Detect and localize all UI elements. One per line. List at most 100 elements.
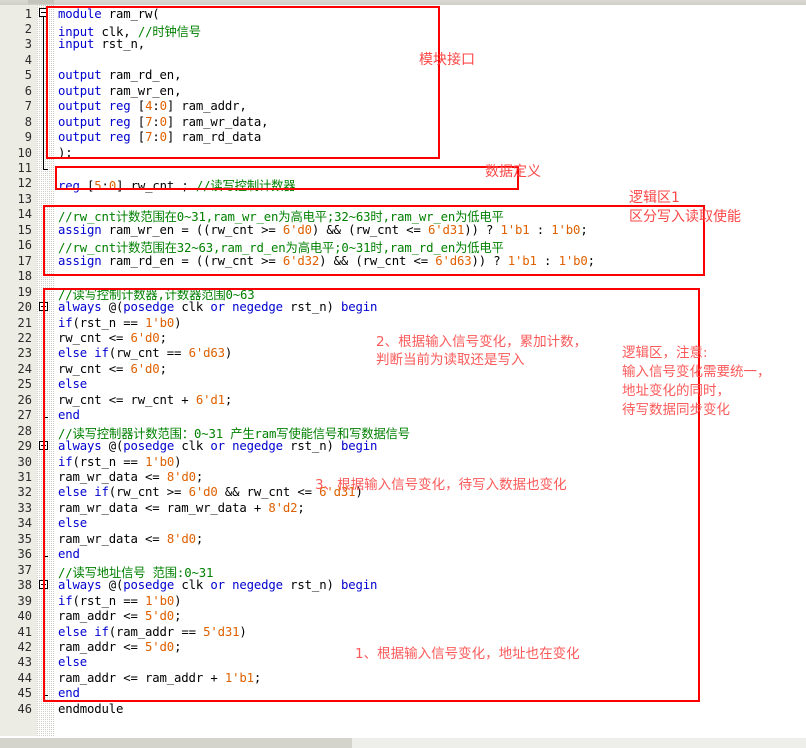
line-number: 26 (17, 392, 32, 407)
code-token: rw_cnt <= (58, 330, 131, 345)
line-number: 35 (17, 531, 32, 546)
code-token: [ (130, 114, 146, 129)
line-number: 40 (17, 609, 32, 624)
code-token: ] ram_wr_data, (166, 114, 269, 129)
code-token: 0 (159, 130, 167, 145)
code-line[interactable]: else if(ram_addr == 5'd31) (58, 625, 247, 639)
code-token: : (536, 253, 559, 268)
code-line[interactable]: output ram_wr_en, (58, 84, 181, 98)
code-token: assign (58, 253, 102, 268)
code-line[interactable]: ram_wr_data <= ram_wr_data + 8'd2; (58, 501, 305, 515)
annotation-data-definition: 数据定义 (485, 164, 541, 180)
code-token: ) (224, 346, 233, 361)
code-token: rst_n) (282, 439, 341, 454)
code-token: ram_wr_en = ((rw_cnt >= (101, 222, 283, 237)
code-line[interactable]: else if(rw_cnt == 6'd63) (58, 346, 232, 360)
code-line[interactable]: if(rst_n == 1'b0) (58, 455, 181, 469)
code-token: ; (159, 330, 167, 345)
code-line[interactable]: ram_wr_data <= 8'd0; (58, 470, 203, 484)
scrollbar-track[interactable] (352, 738, 806, 748)
code-token: ; (224, 392, 233, 407)
code-token: && rw_cnt <= (217, 485, 320, 500)
code-line[interactable]: end (58, 547, 80, 561)
line-number: 20 (17, 300, 32, 315)
code-line[interactable]: ram_wr_data <= 8'd0; (58, 532, 203, 546)
code-line[interactable]: output ram_rd_en, (58, 68, 181, 82)
horizontal-scrollbar[interactable] (0, 738, 352, 748)
code-token: ] ram_addr, (166, 99, 247, 114)
code-token: end (58, 686, 80, 701)
code-editor-window: 1 module ram_rw(2 input clk, //时钟信号 3 inpu… (0, 0, 806, 748)
line-number: 30 (17, 454, 32, 469)
code-token: negedge (232, 439, 283, 454)
code-line[interactable]: if(rst_n == 1'b0) (58, 594, 181, 608)
code-line[interactable]: always @(posedge clk or negedge rst_n) b… (58, 300, 377, 314)
code-line[interactable]: ram_addr <= ram_addr + 1'b1; (58, 671, 261, 685)
code-line[interactable]: ); (58, 146, 73, 160)
fold-toggle-icon-line38[interactable] (39, 580, 48, 589)
code-token: negedge (232, 578, 283, 593)
code-token: or (210, 578, 225, 593)
code-line[interactable]: input rst_n, (58, 37, 145, 51)
code-line[interactable]: output reg [7:0] ram_wr_data, (58, 114, 269, 129)
code-token: else (58, 655, 88, 670)
code-token: else (58, 377, 88, 392)
code-token: endmodule (58, 701, 124, 716)
code-token: clk (174, 300, 211, 315)
code-token: ) (174, 315, 182, 330)
fold-toggle-icon-line20[interactable] (39, 302, 48, 311)
code-line[interactable]: ram_addr <= 5'd0; (58, 609, 181, 623)
line-number: 1 (24, 6, 32, 21)
code-token: output (58, 83, 102, 98)
line-number: 28 (17, 423, 32, 438)
code-token: 1'b0 (145, 315, 175, 330)
code-token: output (58, 68, 102, 83)
code-token: (rst_n == (72, 454, 146, 469)
fold-toggle-icon-line29[interactable] (39, 441, 48, 450)
code-token: 5'd0 (145, 639, 175, 654)
line-number: 41 (17, 624, 32, 639)
code-token: negedge (232, 300, 283, 315)
code-line[interactable]: rw_cnt <= rw_cnt + 6'd1; (58, 393, 232, 407)
code-line[interactable]: module ram_rw( (58, 7, 160, 21)
line-number: 44 (17, 670, 32, 685)
fold-guide-end-line38 (43, 695, 48, 696)
code-token: (rst_n == (72, 593, 146, 608)
code-token: 8'd2 (268, 500, 298, 515)
code-token: )) ? (471, 253, 508, 268)
code-token: end (58, 547, 80, 562)
code-line[interactable]: output reg [7:0] ram_rd_data (58, 130, 261, 144)
code-line[interactable]: always @(posedge clk or negedge rst_n) b… (58, 578, 377, 592)
code-line[interactable]: if(rst_n == 1'b0) (58, 316, 181, 330)
code-line[interactable]: ram_addr <= 5'd0; (58, 640, 181, 654)
code-line[interactable]: reg [5:0] rw_cnt ; //读写控制计数器 (58, 176, 296, 194)
code-line[interactable]: rw_cnt <= 6'd0; (58, 331, 167, 345)
code-line[interactable]: else (58, 377, 87, 391)
line-number: 5 (24, 68, 32, 83)
code-line[interactable]: rw_cnt <= 6'd0; (58, 362, 167, 376)
fold-toggle-icon-line1[interactable] (39, 8, 48, 17)
code-token: ram_rw( (101, 6, 160, 21)
code-line[interactable]: else (58, 516, 87, 530)
code-line[interactable]: output reg [4:0] ram_addr, (58, 99, 247, 113)
code-line[interactable]: assign ram_rd_en = ((rw_cnt >= 6'd32) &&… (58, 254, 595, 268)
code-token: ] ram_rd_data (166, 130, 262, 145)
code-token: ; (587, 253, 595, 268)
code-line[interactable]: always @(posedge clk or negedge rst_n) b… (58, 439, 377, 453)
code-token: ram_addr <= (58, 609, 146, 624)
code-token: 6'd63 (435, 253, 472, 268)
line-number: 14 (17, 207, 32, 222)
line-number: 10 (17, 145, 32, 160)
code-line[interactable]: end (58, 686, 80, 700)
code-token: [ (79, 179, 95, 194)
code-token: begin (340, 300, 378, 315)
code-token: ram_wr_en, (101, 83, 182, 98)
code-token: 5'd31 (203, 624, 240, 639)
code-line[interactable]: end (58, 408, 80, 422)
code-line[interactable]: assign ram_wr_en = ((rw_cnt >= 6'd0) && … (58, 223, 588, 237)
code-line[interactable]: endmodule (58, 702, 123, 716)
code-token: rw_cnt <= rw_cnt + (58, 392, 196, 407)
code-line[interactable]: else (58, 655, 87, 669)
code-token: [ (130, 99, 146, 114)
code-token: assign (58, 222, 102, 237)
